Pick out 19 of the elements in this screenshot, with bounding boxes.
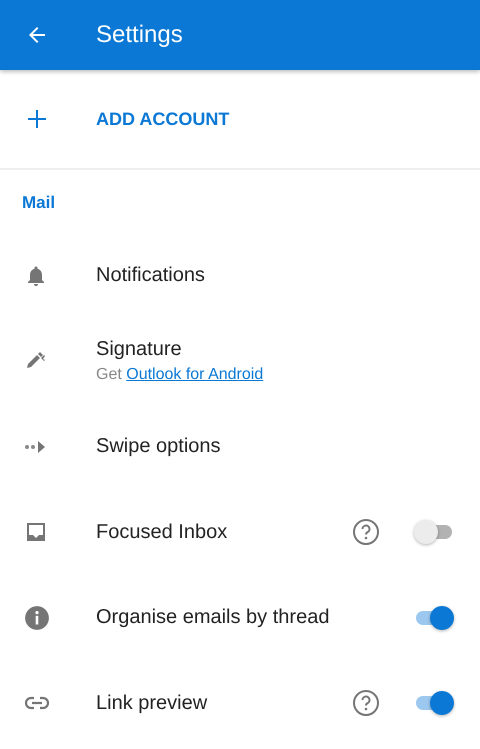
add-account-button[interactable]: ADD ACCOUNT [96, 108, 230, 130]
setting-hint: Get [96, 366, 122, 384]
link-icon [24, 696, 50, 710]
screen-title: Settings [96, 21, 183, 49]
toggle-switch[interactable] [414, 519, 454, 546]
plus-icon [25, 107, 49, 131]
help-icon[interactable] [352, 689, 380, 718]
toggle-switch[interactable] [414, 604, 454, 631]
setting-label[interactable]: Swipe options [96, 435, 480, 458]
setting-label[interactable]: Organise emails by thread [96, 606, 352, 630]
setting-label[interactable]: Link preview [96, 692, 352, 715]
info-icon [24, 604, 50, 631]
setting-label[interactable]: Focused Inbox [96, 520, 352, 544]
toggle-switch[interactable] [414, 690, 454, 716]
app-link[interactable]: Outlook for Android [126, 366, 264, 384]
setting-label[interactable]: Notifications [96, 264, 480, 288]
help-icon[interactable] [352, 518, 380, 546]
setting-label[interactable]: Signature [96, 338, 480, 362]
section-heading: Mail [21, 192, 56, 214]
